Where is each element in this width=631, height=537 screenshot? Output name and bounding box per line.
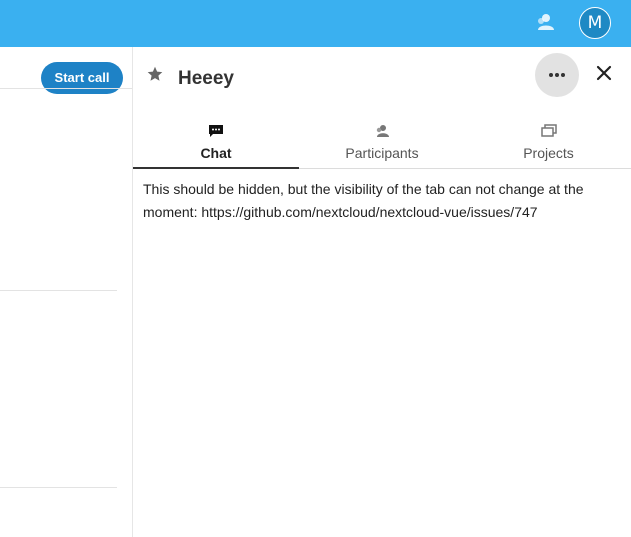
tab-notice-text: This should be hidden, but the visibilit… — [143, 181, 584, 220]
start-call-button[interactable]: Start call — [41, 62, 123, 94]
tab-projects[interactable]: Projects — [465, 120, 631, 169]
divider — [0, 88, 133, 89]
tab-label: Projects — [523, 145, 574, 161]
star-icon[interactable] — [147, 66, 163, 82]
more-horizontal-icon — [549, 73, 553, 77]
top-header-bar: M — [0, 0, 631, 47]
dot — [555, 73, 559, 77]
contacts-icon[interactable] — [535, 12, 555, 32]
dot — [561, 73, 565, 77]
app-sidebar: Heeey Chat Participants Projects This sh… — [132, 47, 631, 537]
divider — [0, 290, 117, 291]
tab-label: Chat — [200, 145, 232, 161]
user-avatar[interactable]: M — [579, 7, 611, 39]
tab-label: Participants — [345, 145, 419, 161]
tab-participants[interactable]: Participants — [299, 120, 465, 169]
more-actions-button[interactable] — [535, 53, 579, 97]
projects-icon — [540, 124, 557, 137]
participants-icon — [376, 125, 389, 137]
conversation-main-pane: Start call — [0, 47, 133, 537]
conversation-title[interactable]: Heeey — [178, 68, 234, 90]
tab-chat[interactable]: Chat — [133, 120, 299, 169]
divider — [0, 487, 117, 488]
sidebar-tabs: Chat Participants Projects — [133, 120, 631, 169]
close-icon — [596, 65, 612, 81]
close-sidebar-button[interactable] — [595, 64, 613, 82]
chat-icon — [209, 125, 223, 137]
